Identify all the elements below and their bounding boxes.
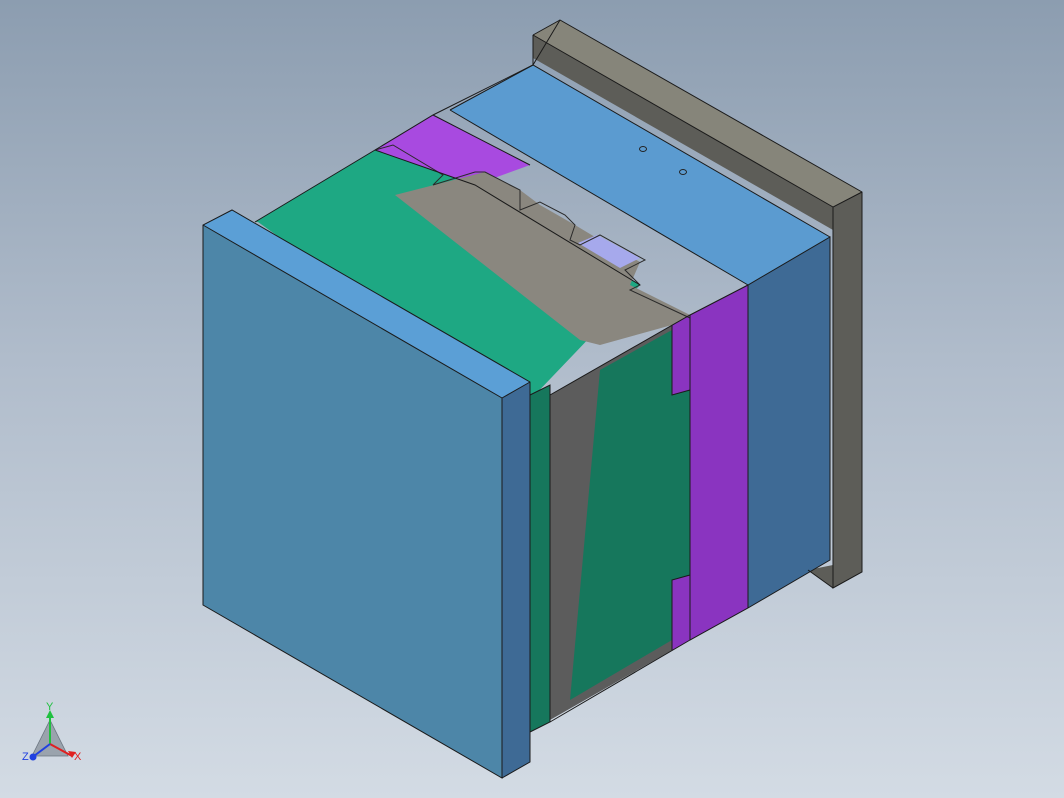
x-axis-label: X	[74, 751, 82, 763]
front-clamp-plate-side[interactable]	[502, 382, 530, 778]
cavity-plate-side[interactable]	[530, 385, 550, 732]
orientation-triad[interactable]: Y X Z	[14, 700, 94, 780]
z-axis-dot	[29, 753, 37, 761]
mold-assembly-model[interactable]	[0, 0, 1064, 798]
cad-3d-viewport[interactable]: Y X Z	[0, 0, 1064, 798]
rear-clamp-plate-side[interactable]	[833, 192, 862, 588]
z-axis-label: Z	[22, 751, 29, 763]
core-plate-side[interactable]	[748, 237, 830, 608]
y-axis-label: Y	[46, 701, 54, 713]
